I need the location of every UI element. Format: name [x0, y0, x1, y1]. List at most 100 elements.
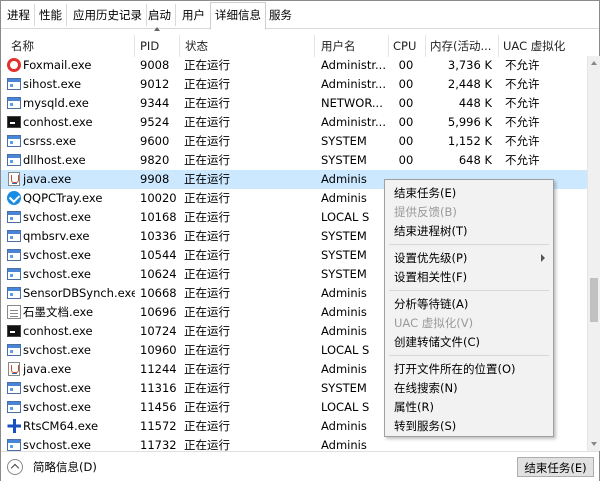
process-cpu: 00	[398, 115, 414, 129]
end-task-button[interactable]: 结束任务(E)	[517, 457, 594, 477]
tab-startup[interactable]: 启动	[144, 4, 176, 26]
process-pid: 9820	[140, 153, 170, 167]
scrollbar-thumb[interactable]	[590, 278, 598, 322]
java-icon-shape	[8, 172, 20, 186]
process-name: svchost.exe	[23, 381, 92, 395]
menu-item[interactable]: 打开文件所在的位置(O)	[394, 360, 516, 378]
process-status: 正在运行	[184, 362, 230, 376]
tab-performance[interactable]: 性能	[35, 4, 67, 26]
process-memory: 1,152 K	[447, 134, 492, 148]
vertical-scrollbar[interactable]	[587, 56, 600, 451]
process-name: sihost.exe	[23, 77, 82, 91]
process-username: Adminis	[321, 305, 367, 319]
column-divider[interactable]	[134, 35, 135, 57]
table-row[interactable]: dllhost.exe 9820 正在运行 SYSTEM 00 648 K 不允许	[1, 151, 587, 170]
scroll-up-icon[interactable]	[591, 61, 597, 65]
tab-app-history[interactable]: 应用历史记录	[69, 4, 147, 26]
process-cpu: 00	[398, 77, 414, 91]
process-status: 正在运行	[184, 381, 230, 395]
column-name[interactable]: 名称	[11, 35, 131, 57]
console-icon-shape	[7, 116, 21, 128]
process-uac: 不允许	[505, 77, 540, 91]
document-icon-shape	[7, 305, 21, 319]
process-username: Adminis	[321, 438, 367, 451]
process-cpu	[393, 436, 419, 451]
process-pid: 11732	[140, 438, 177, 451]
menu-item[interactable]: 分析等待链(A)	[394, 295, 468, 313]
java-icon	[7, 172, 21, 186]
table-row[interactable]: svchost.exe 11732 正在运行 Adminis	[1, 436, 587, 451]
column-divider[interactable]	[179, 35, 180, 57]
fewer-details-link[interactable]: 简略信息(D)	[33, 459, 97, 475]
column-header: 名称 PID 状态 用户名 CPU 内存(活动... UAC 虚拟化	[1, 35, 599, 57]
window-icon	[7, 134, 21, 148]
process-status: 正在运行	[184, 229, 230, 243]
menu-separator	[389, 244, 549, 245]
column-cpu[interactable]: CPU	[393, 35, 423, 57]
foxmail-icon	[7, 58, 21, 72]
menu-item[interactable]: 创建转储文件(C)	[394, 333, 480, 351]
process-username: Adminis	[321, 191, 367, 205]
process-username: LOCAL S	[321, 210, 370, 224]
process-username: LOCAL S	[321, 400, 370, 414]
menu-separator	[389, 355, 549, 356]
menu-item[interactable]: 属性(R)	[394, 398, 434, 416]
process-status: 正在运行	[184, 153, 230, 167]
process-name: qmbsrv.exe	[23, 229, 90, 243]
process-status: 正在运行	[184, 267, 230, 281]
table-row[interactable]: mysqld.exe 9344 正在运行 NETWOR... 00 448 K 不允许	[1, 94, 587, 113]
column-divider[interactable]	[388, 35, 389, 57]
menu-item[interactable]: 在线搜索(N)	[394, 379, 458, 397]
process-pid: 10168	[140, 210, 177, 224]
column-divider[interactable]	[425, 35, 426, 57]
column-pid[interactable]: PID	[140, 35, 180, 57]
column-username[interactable]: 用户名	[321, 35, 385, 57]
column-uac-virtualization[interactable]: UAC 虚拟化	[503, 35, 583, 57]
tab-details[interactable]: 详细信息	[210, 2, 266, 30]
menu-item[interactable]: 设置优先级(P)	[394, 249, 467, 267]
scroll-down-icon[interactable]	[591, 442, 597, 446]
column-divider[interactable]	[314, 35, 315, 57]
menu-item[interactable]: 结束进程树(T)	[394, 222, 468, 240]
table-row[interactable]: csrss.exe 9600 正在运行 SYSTEM 00 1,152 K 不允许	[1, 132, 587, 151]
menu-item[interactable]: 转到服务(S)	[394, 417, 456, 435]
process-name: SensorDBSynch.exe	[23, 286, 135, 300]
menu-item[interactable]: 结束任务(E)	[394, 184, 456, 202]
console-icon	[7, 115, 21, 129]
process-name: 石墨文档.exe	[23, 305, 94, 319]
process-pid: 10668	[140, 286, 177, 300]
process-name: java.exe	[23, 362, 72, 376]
column-status[interactable]: 状态	[185, 35, 315, 57]
process-memory: 3,736 K	[447, 58, 492, 72]
process-pid: 11456	[140, 400, 177, 414]
menu-item[interactable]: 设置相关性(F)	[394, 268, 467, 286]
window-icon	[7, 96, 21, 110]
column-memory[interactable]: 内存(活动...	[430, 35, 496, 57]
process-memory: 648 K	[458, 153, 492, 167]
tab-users[interactable]: 用户	[178, 4, 209, 26]
column-divider[interactable]	[498, 35, 499, 57]
tab-services[interactable]: 服务	[265, 4, 296, 26]
process-status: 正在运行	[184, 115, 230, 129]
process-username: SYSTEM	[321, 381, 367, 395]
window-icon	[7, 267, 21, 281]
table-row[interactable]: conhost.exe 9524 正在运行 Administr... 00 5,996 K…	[1, 113, 587, 132]
table-row[interactable]: sihost.exe 9012 正在运行 Administr... 00 2,448 K 不…	[1, 75, 587, 94]
process-pid: 10960	[140, 343, 177, 357]
process-uac: 不允许	[505, 153, 540, 167]
process-username: SYSTEM	[321, 229, 367, 243]
process-cpu: 00	[398, 134, 414, 148]
window-icon	[7, 438, 21, 451]
menu-separator	[389, 290, 549, 291]
process-name: csrss.exe	[23, 134, 77, 148]
process-name: Foxmail.exe	[23, 58, 92, 72]
process-username: Administr...	[321, 77, 385, 91]
process-name: RtsCM64.exe	[23, 419, 99, 433]
collapse-details-icon[interactable]	[7, 459, 23, 475]
table-row[interactable]: Foxmail.exe 9008 正在运行 Administr... 00 3,736 K…	[1, 56, 587, 75]
process-name: java.exe	[23, 172, 72, 186]
process-pid: 9008	[140, 58, 170, 72]
process-status: 正在运行	[184, 172, 230, 186]
tab-processes[interactable]: 进程	[3, 4, 35, 26]
qq-icon-shape	[7, 191, 21, 205]
